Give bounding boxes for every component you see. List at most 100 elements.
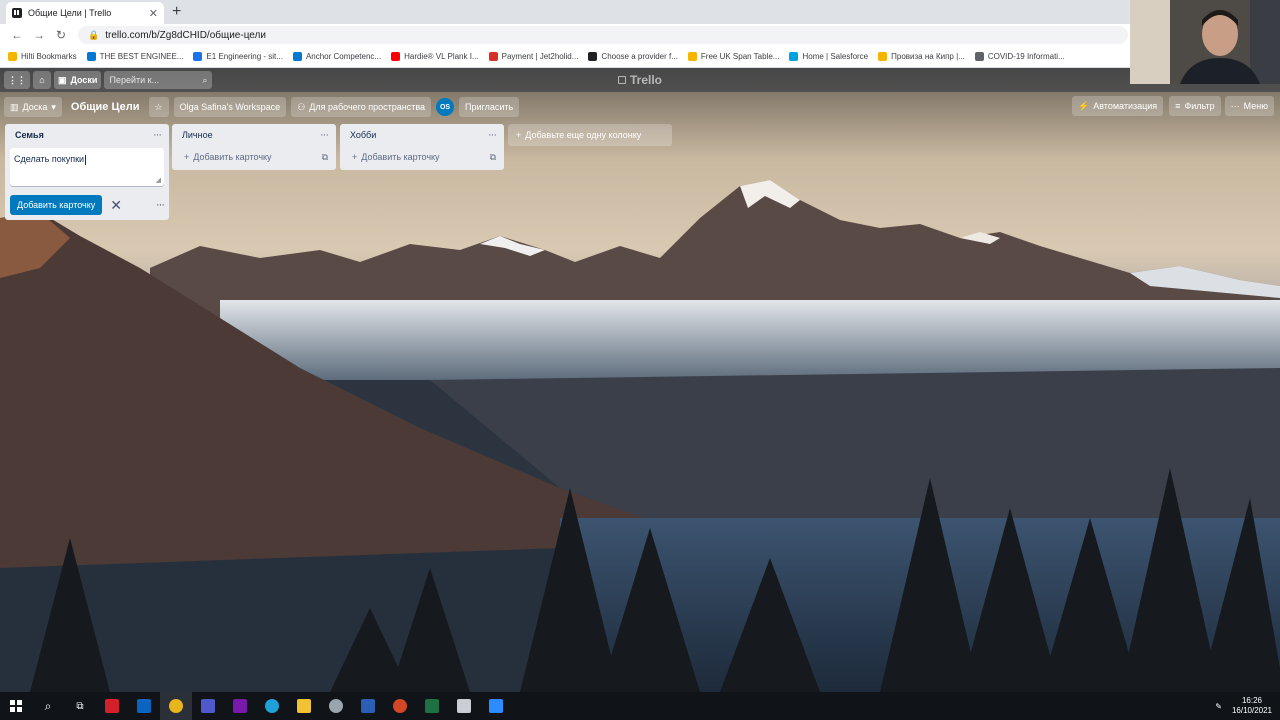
bookmark-item[interactable]: Home | Salesforce xyxy=(789,52,868,61)
plus-icon: + xyxy=(352,152,358,162)
bookmark-favicon-icon xyxy=(193,52,203,61)
template-icon[interactable]: ⧉ xyxy=(322,152,328,163)
apps-grid-icon[interactable]: ⋮⋮ xyxy=(4,71,30,89)
bookmark-item[interactable]: Hilti Bookmarks xyxy=(8,52,77,61)
invite-label: Пригласить xyxy=(465,102,514,112)
bookmark-item[interactable]: Anchor Competenc... xyxy=(292,52,381,61)
bookmark-item[interactable]: Choose a provider f... xyxy=(588,52,678,61)
add-list-label: Добавьте еще одну колонку xyxy=(525,130,642,140)
url-field[interactable]: 🔒 trello.com/b/Zg8dCHID/общие-цели xyxy=(78,26,1128,44)
bookmark-favicon-icon xyxy=(8,52,17,61)
invite-button[interactable]: Пригласить xyxy=(459,97,520,117)
list-hobbi: Хобби ··· + Добавить карточку ⧉ xyxy=(340,124,504,170)
bookmark-item[interactable]: E1 Engineering - sit... xyxy=(193,52,283,61)
bookmark-item[interactable]: Payment | Jet2holid... xyxy=(488,52,578,61)
new-tab-icon[interactable]: + xyxy=(172,3,181,21)
file-explorer-icon[interactable] xyxy=(288,692,320,720)
address-bar-row: ← → ↻ 🔒 trello.com/b/Zg8dCHID/общие-цели… xyxy=(0,24,1280,46)
acrobat-icon[interactable] xyxy=(96,692,128,720)
more-options-icon[interactable]: ··· xyxy=(156,199,165,211)
list-title[interactable]: Хобби xyxy=(350,130,376,140)
workspace-button[interactable]: Olga Safina's Workspace xyxy=(173,97,287,117)
search-icon[interactable]: ⌕ xyxy=(32,692,64,720)
menu-button[interactable]: ··· Меню xyxy=(1224,96,1274,116)
bookmark-item[interactable]: THE BEST ENGINEE... xyxy=(86,52,184,61)
avatar[interactable]: OS xyxy=(436,98,455,116)
back-icon[interactable]: ← xyxy=(6,28,28,42)
webcam-person-image xyxy=(1130,0,1280,84)
search-input[interactable]: Перейти к... ⌕ xyxy=(104,71,213,89)
star-board-button[interactable]: ☆ xyxy=(148,97,169,117)
tab-title: Общие Цели | Trello xyxy=(28,8,112,18)
bookmark-label: Home | Salesforce xyxy=(802,52,869,61)
bookmark-label: THE BEST ENGINEE... xyxy=(99,52,184,61)
word-icon[interactable] xyxy=(352,692,384,720)
automation-button[interactable]: ⚡ Автоматизация xyxy=(1072,96,1164,116)
close-icon[interactable]: ✕ xyxy=(110,197,122,214)
add-card-link[interactable]: + Добавить карточку ⧉ xyxy=(340,146,504,168)
visibility-button[interactable]: ⚇ Для рабочего пространства xyxy=(291,97,432,117)
home-icon[interactable]: ⌂ xyxy=(33,71,51,89)
more-icon: ··· xyxy=(1230,101,1240,111)
bookmark-item[interactable]: Hardie® VL Plank I... xyxy=(391,52,479,61)
boards-button[interactable]: ▣ Доски xyxy=(54,71,102,89)
bookmark-favicon-icon xyxy=(974,52,984,61)
star-icon: ☆ xyxy=(154,101,163,112)
list-semya: Семья ··· Сделать покупки ◢ Добавить кар… xyxy=(5,124,169,220)
outlook-icon[interactable] xyxy=(128,692,160,720)
list-menu-icon[interactable]: ··· xyxy=(488,129,497,141)
pen-icon[interactable]: ✎ xyxy=(1215,702,1222,711)
app-icon[interactable] xyxy=(320,692,352,720)
excel-icon[interactable] xyxy=(416,692,448,720)
add-card-button[interactable]: Добавить карточку xyxy=(10,195,103,215)
board-title[interactable]: Общие Цели xyxy=(67,97,144,117)
list-menu-icon[interactable]: ··· xyxy=(320,129,329,141)
windows-start-icon[interactable] xyxy=(0,692,32,720)
edge-icon[interactable] xyxy=(256,692,288,720)
bookmark-label: Hardie® VL Plank I... xyxy=(404,52,479,61)
browser-tab[interactable]: Общие Цели | Trello ✕ xyxy=(6,2,164,24)
list-menu-icon[interactable]: ··· xyxy=(153,129,162,141)
onenote-icon[interactable] xyxy=(224,692,256,720)
boards-label: Доски xyxy=(70,75,98,85)
app-icon[interactable] xyxy=(448,692,480,720)
chrome-icon[interactable] xyxy=(160,692,192,720)
forward-icon[interactable]: → xyxy=(28,28,50,42)
plus-icon: + xyxy=(184,152,190,162)
search-placeholder: Перейти к... xyxy=(109,75,160,85)
bookmark-favicon-icon xyxy=(789,52,799,61)
trello-favicon-icon xyxy=(12,8,22,18)
powerpoint-icon[interactable] xyxy=(384,692,416,720)
bookmark-label: E1 Engineering - sit... xyxy=(206,52,283,61)
teams-icon[interactable] xyxy=(192,692,224,720)
workspace-label: Olga Safina's Workspace xyxy=(179,102,281,112)
reload-icon[interactable]: ↻ xyxy=(50,28,72,42)
bookmark-item[interactable]: Провиза на Кипр |... xyxy=(878,52,965,61)
card-composer-textarea[interactable]: Сделать покупки ◢ xyxy=(10,148,164,186)
plus-icon: + xyxy=(516,130,522,140)
board-view-switcher[interactable]: ▥ Доска ▾ xyxy=(4,97,62,117)
bookmark-favicon-icon xyxy=(292,52,302,61)
list-title[interactable]: Личное xyxy=(182,130,213,140)
bookmark-item[interactable]: Free UK Span Table... xyxy=(687,52,779,61)
composer-text: Сделать покупки xyxy=(14,154,85,164)
bookmark-favicon-icon xyxy=(86,52,96,61)
add-card-link[interactable]: + Добавить карточку ⧉ xyxy=(172,146,336,168)
template-icon[interactable]: ⧉ xyxy=(490,152,496,163)
add-list-button[interactable]: + Добавьте еще одну колонку xyxy=(508,124,672,146)
task-view-icon[interactable]: ⧉ xyxy=(64,692,96,720)
clock[interactable]: 16:26 16/10/2021 xyxy=(1232,696,1272,716)
windows-taskbar: ⌕ ⧉ ✎ 16:26 16/10/2021 xyxy=(0,692,1280,720)
resize-grip-icon[interactable]: ◢ xyxy=(156,176,161,184)
add-card-label: Добавить карточку xyxy=(193,152,272,162)
list-lichnoe: Личное ··· + Добавить карточку ⧉ xyxy=(172,124,336,170)
trello-logo[interactable]: Trello xyxy=(618,73,662,87)
bookmark-item[interactable]: COVID-19 Informati... xyxy=(974,52,1065,61)
board-icon: ▣ xyxy=(58,74,67,85)
zoom-icon[interactable] xyxy=(480,692,512,720)
automation-label: Автоматизация xyxy=(1093,101,1158,111)
close-tab-icon[interactable]: ✕ xyxy=(149,7,158,20)
list-title[interactable]: Семья xyxy=(15,130,44,140)
filter-button[interactable]: ≡ Фильтр xyxy=(1169,96,1221,116)
browser-tab-bar: Общие Цели | Trello ✕ + xyxy=(0,0,1280,24)
